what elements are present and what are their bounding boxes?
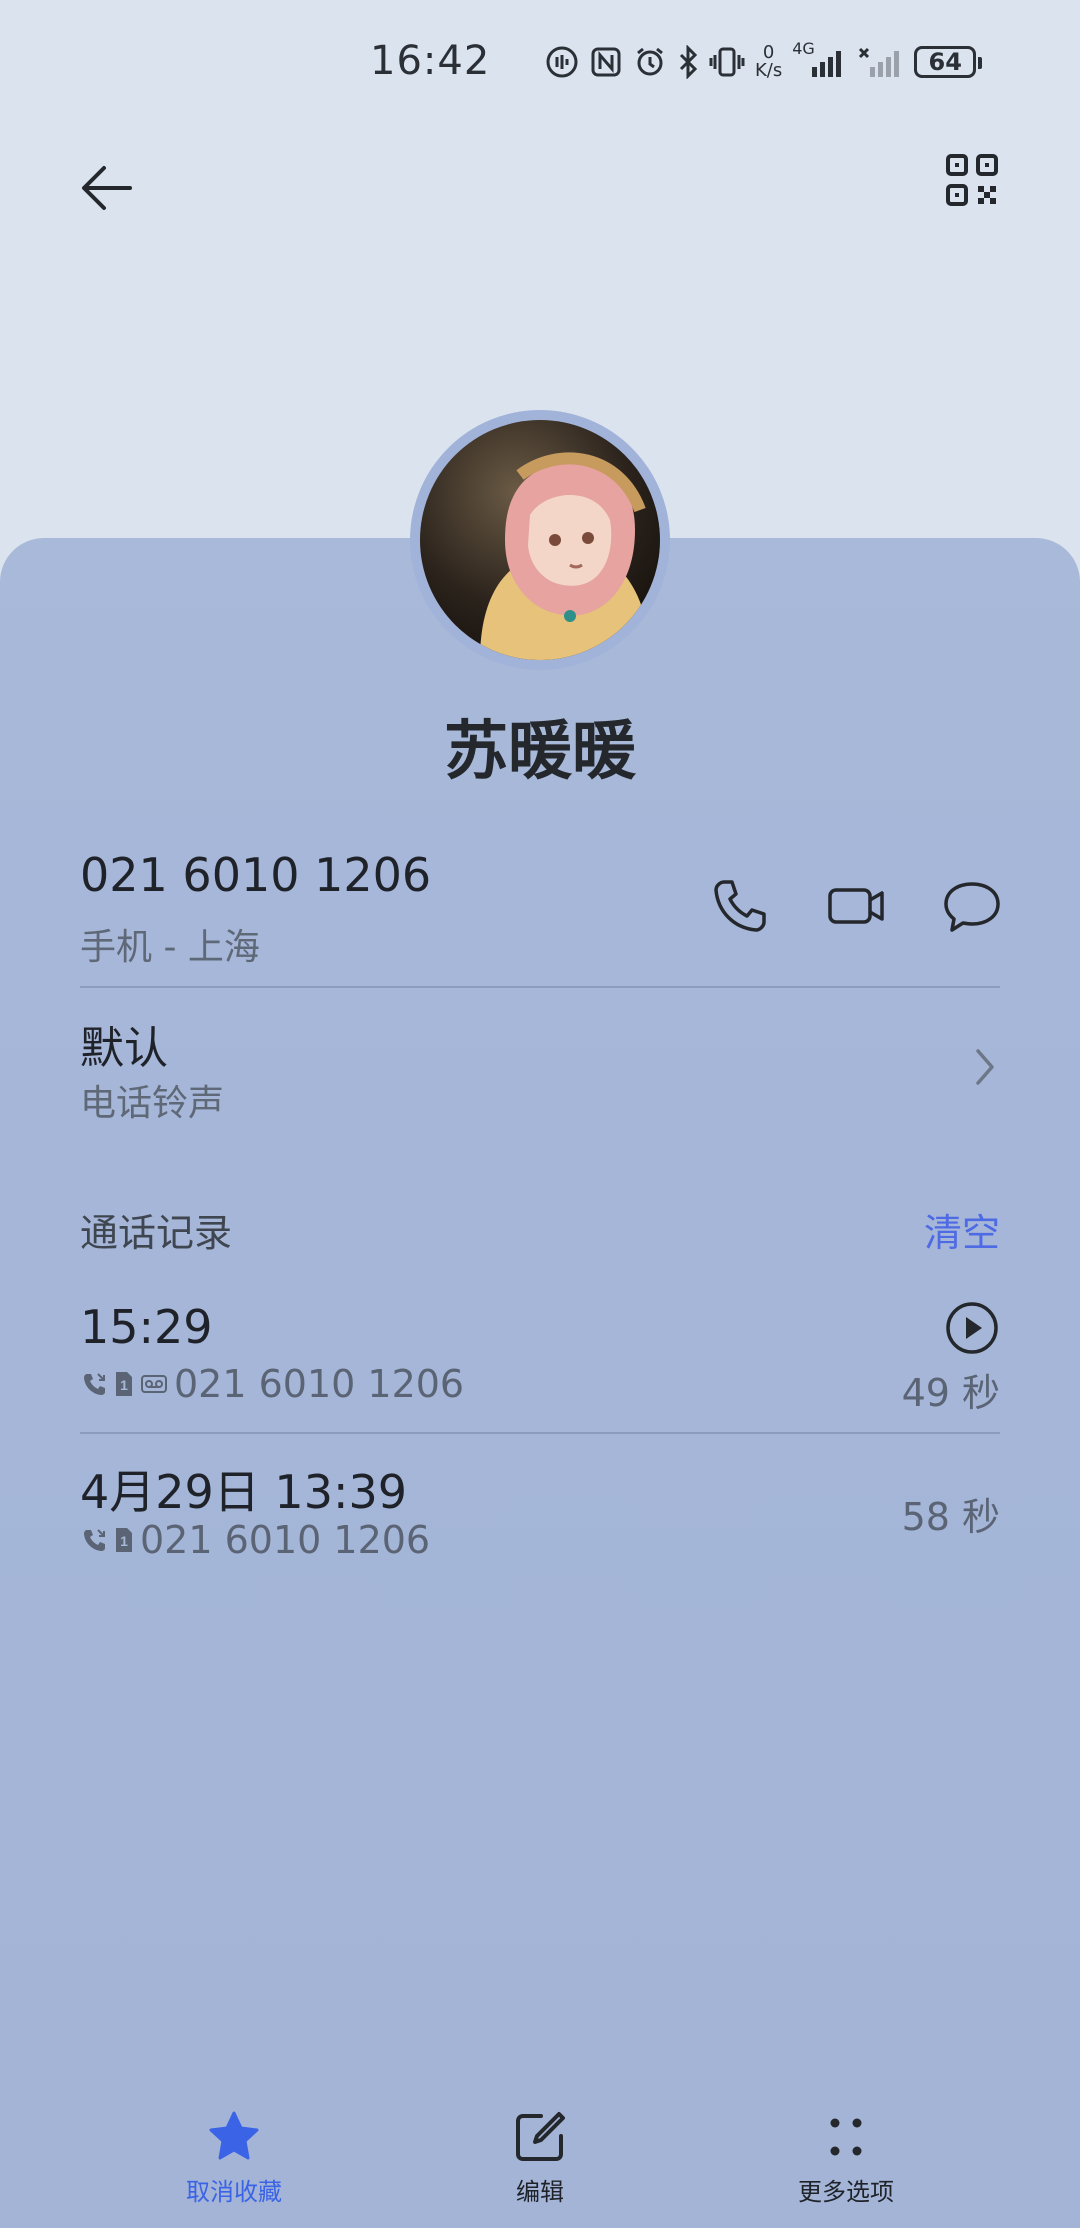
unfavorite-label: 取消收藏 — [186, 2178, 282, 2206]
clear-call-log-button[interactable]: 清空 — [924, 1202, 1000, 1257]
signal-4g: 4G — [792, 39, 848, 79]
star-filled-icon — [209, 2111, 259, 2160]
message-icon[interactable] — [942, 876, 1002, 936]
avatar-image — [420, 420, 660, 660]
video-call-icon[interactable] — [826, 876, 888, 936]
call-log-item-meta: 1 021 6010 1206 — [80, 1362, 464, 1406]
nfc-icon — [591, 47, 621, 77]
back-arrow-icon[interactable] — [72, 150, 144, 222]
bluetooth-icon — [679, 45, 698, 79]
call-log-item-time[interactable]: 15:29 — [80, 1300, 213, 1354]
status-bar: 16:42 0 K/s 4G 64 — [0, 0, 1080, 120]
net-speed: 0 K/s — [755, 42, 783, 81]
voicemail-icon — [141, 1375, 167, 1393]
incoming-call-icon — [84, 1373, 105, 1395]
signal-no-service-icon — [859, 47, 900, 77]
alarm-icon — [637, 47, 663, 76]
call-log-item-number: 021 6010 1206 — [140, 1518, 431, 1562]
play-voicemail-icon[interactable] — [944, 1300, 1000, 1356]
call-log-item-duration: 58 秒 — [901, 1495, 1000, 1539]
vibrate-icon — [709, 47, 745, 77]
ringtone-value[interactable]: 默认 — [80, 1012, 168, 1076]
contact-name: 苏暖暖 — [444, 715, 636, 789]
call-log-item-meta: 1 021 6010 1206 — [80, 1518, 430, 1562]
edit-label: 编辑 — [516, 2178, 564, 2206]
divider — [80, 1432, 1000, 1434]
call-log-title: 通话记录 — [80, 1211, 233, 1255]
network-type-label: 4G — [792, 39, 815, 58]
status-time: 16:42 — [370, 38, 491, 84]
svg-text:1: 1 — [120, 1377, 128, 1393]
chevron-right-icon[interactable] — [970, 1045, 1000, 1089]
bottom-action-bar: 取消收藏 编辑 更多选项 — [0, 2110, 1080, 2228]
edit-button[interactable]: 编辑 — [440, 2110, 640, 2207]
contact-avatar[interactable] — [410, 410, 670, 670]
phone-icon[interactable] — [710, 876, 770, 936]
divider — [80, 986, 1000, 988]
battery-indicator: 64 — [914, 46, 983, 78]
unfavorite-button[interactable]: 取消收藏 — [134, 2110, 334, 2207]
more-options-button[interactable]: 更多选项 — [746, 2110, 946, 2207]
sim-1-icon: 1 — [116, 1372, 132, 1396]
svg-text:1: 1 — [120, 1533, 128, 1549]
qr-code-icon[interactable] — [944, 152, 1000, 208]
incoming-call-icon — [84, 1529, 105, 1551]
phone-number[interactable]: 021 6010 1206 — [80, 848, 431, 902]
top-bar — [0, 140, 1080, 220]
phone-number-label: 手机 - 上海 — [80, 927, 260, 968]
data-saver-icon — [546, 46, 578, 78]
edit-icon — [516, 2112, 565, 2161]
call-log-item-time[interactable]: 4月29日 13:39 — [80, 1456, 407, 1522]
call-log-item-number: 021 6010 1206 — [174, 1362, 465, 1406]
status-icons: 0 K/s 4G 64 — [545, 36, 983, 88]
more-options-label: 更多选项 — [798, 2178, 894, 2206]
ringtone-label: 电话铃声 — [80, 1083, 225, 1124]
call-log-item-duration: 49 秒 — [901, 1371, 1000, 1415]
more-dots-icon — [830, 2118, 862, 2156]
sim-1-icon: 1 — [116, 1528, 132, 1552]
